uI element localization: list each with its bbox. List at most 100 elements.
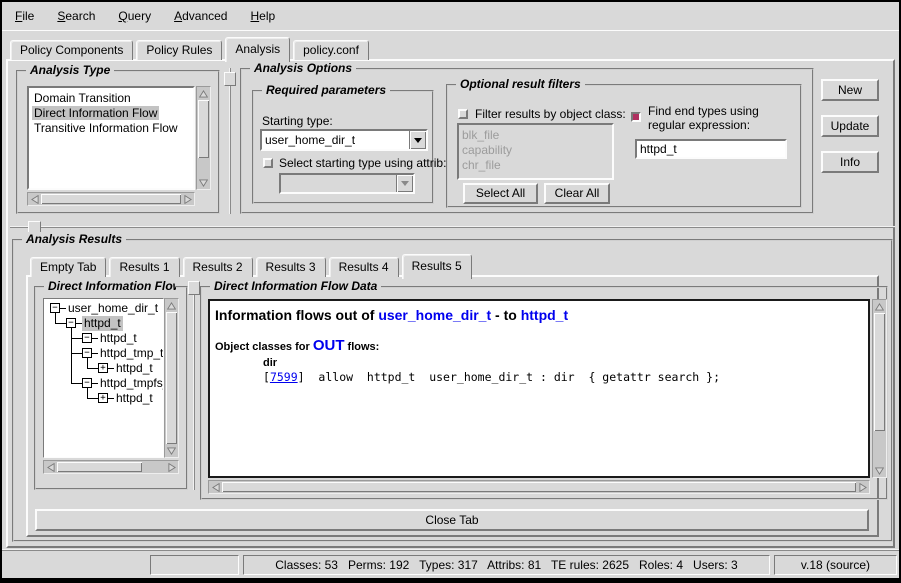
status-stats-box: Classes: 53 Perms: 192 Types: 317 Attrib… — [243, 555, 770, 575]
analysis-type-hscrollbar[interactable] — [27, 192, 195, 206]
collapse-icon[interactable]: − — [82, 348, 92, 358]
collapse-icon[interactable]: − — [82, 378, 92, 388]
tree-node-httpd-t-1[interactable]: httpd_t — [82, 316, 123, 331]
analysis-type-item-direct-information-flow[interactable]: Direct Information Flow — [29, 106, 193, 121]
update-button[interactable]: Update — [821, 115, 879, 137]
results-tab-results-4[interactable]: Results 4 — [329, 257, 399, 277]
collapse-icon[interactable]: − — [82, 333, 92, 343]
results-pane-sash[interactable] — [193, 286, 195, 490]
scroll-up-icon[interactable] — [873, 300, 886, 313]
flow-tree-canvas[interactable]: −user_home_dir_t−httpd_t−httpd_t−httpd_t… — [43, 298, 164, 458]
flow-data-title: Direct Information Flow Data — [210, 279, 381, 293]
scrollbar-thumb[interactable] — [57, 462, 142, 472]
results-tab-results-5[interactable]: Results 5 — [402, 254, 472, 279]
results-tab-results-2[interactable]: Results 2 — [183, 257, 253, 277]
menu-query[interactable]: Query — [108, 3, 161, 29]
tree-node-httpd-t-4[interactable]: httpd_t — [114, 361, 155, 376]
collapse-icon[interactable]: − — [66, 318, 76, 328]
expand-icon[interactable]: + — [98, 363, 108, 373]
object-class-listbox: blk_filecapabilitychr_file — [457, 123, 614, 180]
filter-object-class-checkbox[interactable] — [458, 109, 468, 119]
regex-checkbox[interactable] — [631, 112, 641, 122]
tab-analysis[interactable]: Analysis — [225, 37, 290, 62]
filter-object-class-label: Filter results by object class: — [475, 107, 626, 121]
starting-type-label: Starting type: — [262, 114, 333, 128]
expand-icon[interactable]: + — [98, 393, 108, 403]
analysis-type-item-transitive-information-flow[interactable]: Transitive Information Flow — [29, 121, 193, 136]
tree-node-httpd-tmp-t-3[interactable]: httpd_tmp_t — [98, 346, 164, 361]
scrollbar-thumb[interactable] — [222, 482, 856, 492]
menu-file[interactable]: File — [5, 3, 44, 29]
starting-type-value[interactable] — [262, 131, 409, 149]
flow-data-hscrollbar[interactable] — [208, 480, 870, 494]
attrib-combobox-value — [281, 175, 396, 192]
scrollbar-thumb[interactable] — [198, 100, 209, 158]
apol-window: FileSearchQueryAdvancedHelp Policy Compo… — [0, 0, 901, 583]
attrib-checkbox[interactable] — [263, 158, 273, 168]
chevron-down-icon — [396, 175, 413, 192]
status-version-box: v.18 (source) — [774, 555, 897, 575]
analysis-results-title: Analysis Results — [22, 232, 126, 246]
menu-help[interactable]: Help — [240, 3, 285, 29]
flow-tree-title: Direct Information Flow Tree — [44, 279, 176, 293]
info-button[interactable]: Info — [821, 151, 879, 173]
flow-tree-hscrollbar[interactable] — [43, 460, 179, 474]
scrollbar-thumb[interactable] — [166, 312, 177, 444]
required-parameters-title: Required parameters — [262, 83, 390, 97]
main-tab-bar: Policy ComponentsPolicy RulesAnalysispol… — [10, 37, 372, 60]
rule-id-link[interactable]: 7599 — [270, 370, 298, 384]
menu-advanced[interactable]: Advanced — [164, 3, 237, 29]
flow-data-textarea[interactable]: Information flows out of user_home_dir_t… — [208, 299, 870, 478]
scroll-down-icon[interactable] — [197, 176, 210, 189]
status-left-box — [150, 555, 239, 575]
results-tab-bar: Empty TabResults 1Results 2Results 3Resu… — [30, 251, 475, 277]
collapse-icon[interactable]: − — [50, 303, 60, 313]
tree-node-httpd-t-6[interactable]: httpd_t — [114, 391, 155, 406]
top-pane-sash[interactable] — [229, 68, 231, 214]
top-pane-sash-handle[interactable] — [224, 72, 236, 86]
new-button[interactable]: New — [821, 79, 879, 101]
select-all-button[interactable]: Select All — [463, 183, 538, 204]
tab-policy-components[interactable]: Policy Components — [10, 40, 133, 60]
results-tab-results-1[interactable]: Results 1 — [109, 257, 179, 277]
results-tab-results-3[interactable]: Results 3 — [256, 257, 326, 277]
chevron-down-icon[interactable] — [409, 131, 426, 149]
results-tab-empty-tab[interactable]: Empty Tab — [30, 257, 106, 277]
scroll-up-icon[interactable] — [165, 299, 178, 312]
scroll-right-icon[interactable] — [856, 481, 869, 493]
scroll-down-icon[interactable] — [873, 464, 886, 477]
clear-all-button[interactable]: Clear All — [544, 183, 610, 204]
analysis-type-title: Analysis Type — [26, 63, 114, 77]
menu-search[interactable]: Search — [47, 3, 105, 29]
flow-data-vscrollbar[interactable] — [872, 299, 887, 478]
scroll-down-icon[interactable] — [165, 444, 178, 457]
scroll-left-icon[interactable] — [28, 193, 41, 205]
scroll-right-icon[interactable] — [181, 193, 194, 205]
tab-policy-conf[interactable]: policy.conf — [293, 40, 369, 60]
scrollbar-thumb[interactable] — [874, 313, 885, 431]
flow-heading: Information flows out of user_home_dir_t… — [215, 307, 868, 323]
regex-input[interactable] — [635, 139, 787, 159]
tab-policy-rules[interactable]: Policy Rules — [136, 40, 222, 60]
scroll-right-icon[interactable] — [165, 461, 178, 473]
flow-tree-vscrollbar[interactable] — [164, 298, 179, 458]
results-pane-sash-handle[interactable] — [188, 281, 200, 295]
tree-node-user-home-dir-t-0[interactable]: user_home_dir_t — [66, 301, 160, 316]
analysis-type-vscrollbar[interactable] — [196, 86, 211, 190]
attrib-checkbox-label: Select starting type using attrib: — [279, 156, 446, 170]
close-tab-button[interactable]: Close Tab — [35, 509, 869, 531]
object-class-name: dir — [263, 357, 868, 369]
object-class-item-capability: capability — [459, 143, 612, 158]
scroll-up-icon[interactable] — [197, 87, 210, 100]
scroll-left-icon[interactable] — [209, 481, 222, 493]
menu-bar: FileSearchQueryAdvancedHelp — [2, 2, 899, 31]
tree-node-httpd-tmpfs-t-5[interactable]: httpd_tmpfs_t — [98, 376, 164, 391]
scrollbar-thumb[interactable] — [41, 194, 181, 204]
scroll-left-icon[interactable] — [44, 461, 57, 473]
tree-node-httpd-t-2[interactable]: httpd_t — [98, 331, 139, 346]
object-class-item-chr-file: chr_file — [459, 158, 612, 173]
analysis-type-listbox[interactable]: Domain TransitionDirect Information Flow… — [27, 86, 195, 190]
starting-type-combobox[interactable] — [260, 129, 428, 151]
main-pane-sash[interactable] — [10, 226, 895, 228]
analysis-type-item-domain-transition[interactable]: Domain Transition — [29, 91, 193, 106]
